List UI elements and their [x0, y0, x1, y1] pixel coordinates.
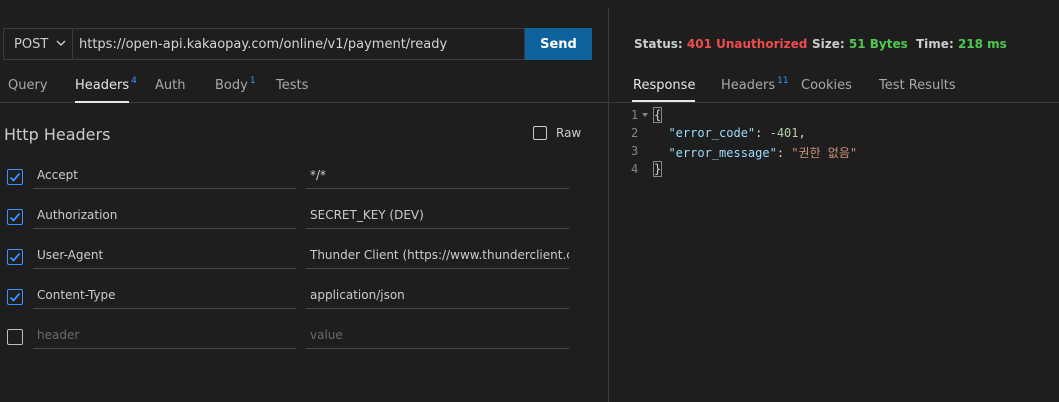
- json-number: -401: [769, 126, 799, 140]
- time-readout: Time: 218 ms: [916, 37, 1007, 51]
- chevron-down-icon: [56, 40, 66, 46]
- header-value-input[interactable]: */*: [306, 161, 569, 189]
- request-panel: POST https://open-api.kakaopay.com/onlin…: [0, 0, 608, 402]
- json-key: "error_message": [668, 146, 777, 160]
- tab-label: Headers: [75, 78, 130, 93]
- header-enabled-checkbox[interactable]: [7, 289, 23, 305]
- tab-label: Headers: [721, 78, 776, 93]
- header-key-input[interactable]: Accept: [33, 161, 296, 189]
- tab-cookies[interactable]: Cookies: [801, 78, 852, 93]
- json-key: "error_code": [668, 126, 756, 140]
- response-panel: Status: 401 Unauthorized Size: 51 Bytes …: [609, 0, 1059, 402]
- header-key-input[interactable]: Content-Type: [33, 281, 296, 309]
- tab-label: Cookies: [801, 78, 852, 93]
- header-enabled-checkbox[interactable]: [7, 249, 23, 265]
- code-line: }: [652, 161, 663, 177]
- header-row: Authorization SECRET_KEY (DEV): [0, 201, 608, 241]
- header-value-input[interactable]: Thunder Client (https://www.thunderclien…: [306, 241, 569, 269]
- header-key-input[interactable]: User-Agent: [33, 241, 296, 269]
- header-row: Accept */*: [0, 161, 608, 201]
- size-label: Size:: [812, 37, 845, 51]
- header-key-input[interactable]: Authorization: [33, 201, 296, 229]
- code-line: {: [652, 107, 663, 123]
- size-value: 51 Bytes: [848, 37, 908, 51]
- header-value-input[interactable]: value: [306, 321, 569, 349]
- header-enabled-checkbox[interactable]: [7, 169, 23, 185]
- time-value: 218 ms: [957, 37, 1007, 51]
- url-value: https://open-api.kakaopay.com/online/v1/…: [79, 36, 448, 52]
- tab-badge: 11: [777, 76, 789, 86]
- tab-response-headers[interactable]: Headers 11: [721, 76, 789, 93]
- json-string: "권한 없음": [791, 146, 858, 160]
- active-tab-indicator: [632, 100, 695, 102]
- line-number: 2: [631, 126, 639, 140]
- header-enabled-checkbox[interactable]: [7, 209, 23, 225]
- method-select[interactable]: POST: [3, 28, 73, 60]
- close-brace: }: [652, 161, 663, 177]
- checkmark-icon: [9, 212, 21, 222]
- tab-label: Body: [215, 78, 248, 93]
- section-title: Http Headers: [4, 125, 111, 144]
- raw-toggle[interactable]: Raw: [533, 126, 581, 140]
- checkmark-icon: [9, 172, 21, 182]
- tab-headers[interactable]: Headers 4: [75, 76, 137, 93]
- tab-label: Tests: [276, 78, 309, 93]
- tab-auth[interactable]: Auth: [155, 78, 185, 93]
- checkmark-icon: [9, 292, 21, 302]
- send-button[interactable]: Send: [525, 28, 592, 60]
- fold-chevron-icon[interactable]: [642, 113, 648, 118]
- open-brace: {: [652, 107, 663, 123]
- header-row: User-Agent Thunder Client (https://www.t…: [0, 241, 608, 281]
- tab-label: Auth: [155, 78, 186, 93]
- new-header-row: header value: [0, 321, 608, 361]
- line-number: 3: [631, 144, 639, 158]
- method-value: POST: [14, 36, 49, 52]
- tab-divider: [609, 102, 1059, 103]
- active-tab-indicator: [75, 101, 129, 103]
- line-number: 4: [631, 162, 639, 176]
- tab-query[interactable]: Query: [8, 78, 48, 93]
- tab-response[interactable]: Response: [633, 78, 695, 93]
- header-row: Content-Type application/json: [0, 281, 608, 321]
- checkmark-icon: [9, 252, 21, 262]
- size-readout: Size: 51 Bytes: [812, 37, 908, 51]
- tab-label: Query: [8, 78, 48, 93]
- status-label: Status:: [634, 37, 683, 51]
- tab-body[interactable]: Body 1: [215, 76, 256, 93]
- code-line: "error_message": "권한 없음": [668, 146, 858, 160]
- raw-label: Raw: [556, 126, 582, 140]
- tab-badge: 4: [131, 76, 137, 86]
- tab-badge: 1: [249, 76, 256, 86]
- header-key-input[interactable]: header: [33, 321, 296, 349]
- raw-checkbox[interactable]: [533, 126, 547, 140]
- code-line: "error_code": -401,: [668, 126, 806, 140]
- header-enabled-checkbox[interactable]: [7, 329, 23, 345]
- header-value-input[interactable]: application/json: [306, 281, 569, 309]
- time-label: Time:: [916, 37, 954, 51]
- tab-test-results[interactable]: Test Results: [879, 78, 956, 93]
- tab-label: Test Results: [879, 78, 956, 93]
- tab-tests[interactable]: Tests: [276, 78, 308, 93]
- header-value-input[interactable]: SECRET_KEY (DEV): [306, 201, 569, 229]
- url-input[interactable]: https://open-api.kakaopay.com/online/v1/…: [73, 28, 525, 60]
- status-value: 401 Unauthorized: [686, 37, 808, 51]
- status-readout: Status: 401 Unauthorized: [634, 37, 807, 51]
- tab-label: Response: [633, 78, 696, 93]
